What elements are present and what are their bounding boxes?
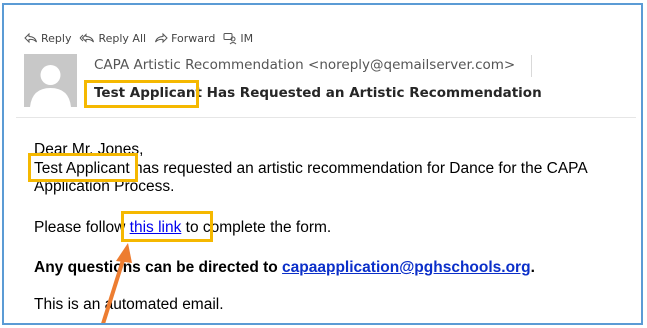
follow-link-paragraph: Please follow this link to complete the …	[34, 219, 634, 237]
person-icon	[30, 65, 71, 107]
reply-all-icon	[80, 33, 95, 43]
im-label: IM	[240, 31, 254, 45]
sender-address: CAPA Artistic Recommendation <noreply@qe…	[94, 57, 516, 73]
email-window: Reply Reply All Forward IM CAPA Artistic…	[2, 3, 643, 325]
reply-all-button[interactable]: Reply All	[79, 32, 146, 45]
forward-label: Forward	[171, 31, 216, 45]
questions-end: .	[530, 259, 535, 276]
forward-button[interactable]: Forward	[154, 32, 215, 45]
reply-label: Reply	[41, 31, 72, 45]
applicant-name: Test Applicant	[34, 160, 130, 177]
follow-post-text: to complete the form.	[181, 219, 332, 236]
im-button[interactable]: IM	[223, 32, 253, 45]
greeting-text: Dear Mr. Jones,	[34, 141, 144, 158]
reply-icon	[24, 32, 37, 44]
message-subject: Test Applicant Has Requested an Artistic…	[94, 85, 542, 101]
questions-paragraph: Any questions can be directed to capaapp…	[34, 259, 634, 277]
questions-text: Any questions can be directed to	[34, 259, 283, 276]
header-separator	[531, 55, 532, 77]
im-icon	[223, 32, 237, 44]
sender-avatar	[24, 54, 77, 107]
request-paragraph: Test Applicant has requested an artistic…	[34, 160, 634, 196]
form-link[interactable]: this link	[130, 219, 182, 236]
automated-notice: This is an automated email.	[34, 296, 224, 313]
header-divider	[16, 117, 636, 118]
follow-pre-text: Please follow	[34, 219, 130, 236]
contact-email-link[interactable]: capaapplication@pghschools.org	[282, 259, 531, 276]
forward-icon	[155, 32, 168, 44]
reply-button[interactable]: Reply	[24, 32, 71, 45]
reply-all-label: Reply All	[98, 31, 147, 45]
reading-toolbar: Reply Reply All Forward IM	[24, 30, 261, 46]
